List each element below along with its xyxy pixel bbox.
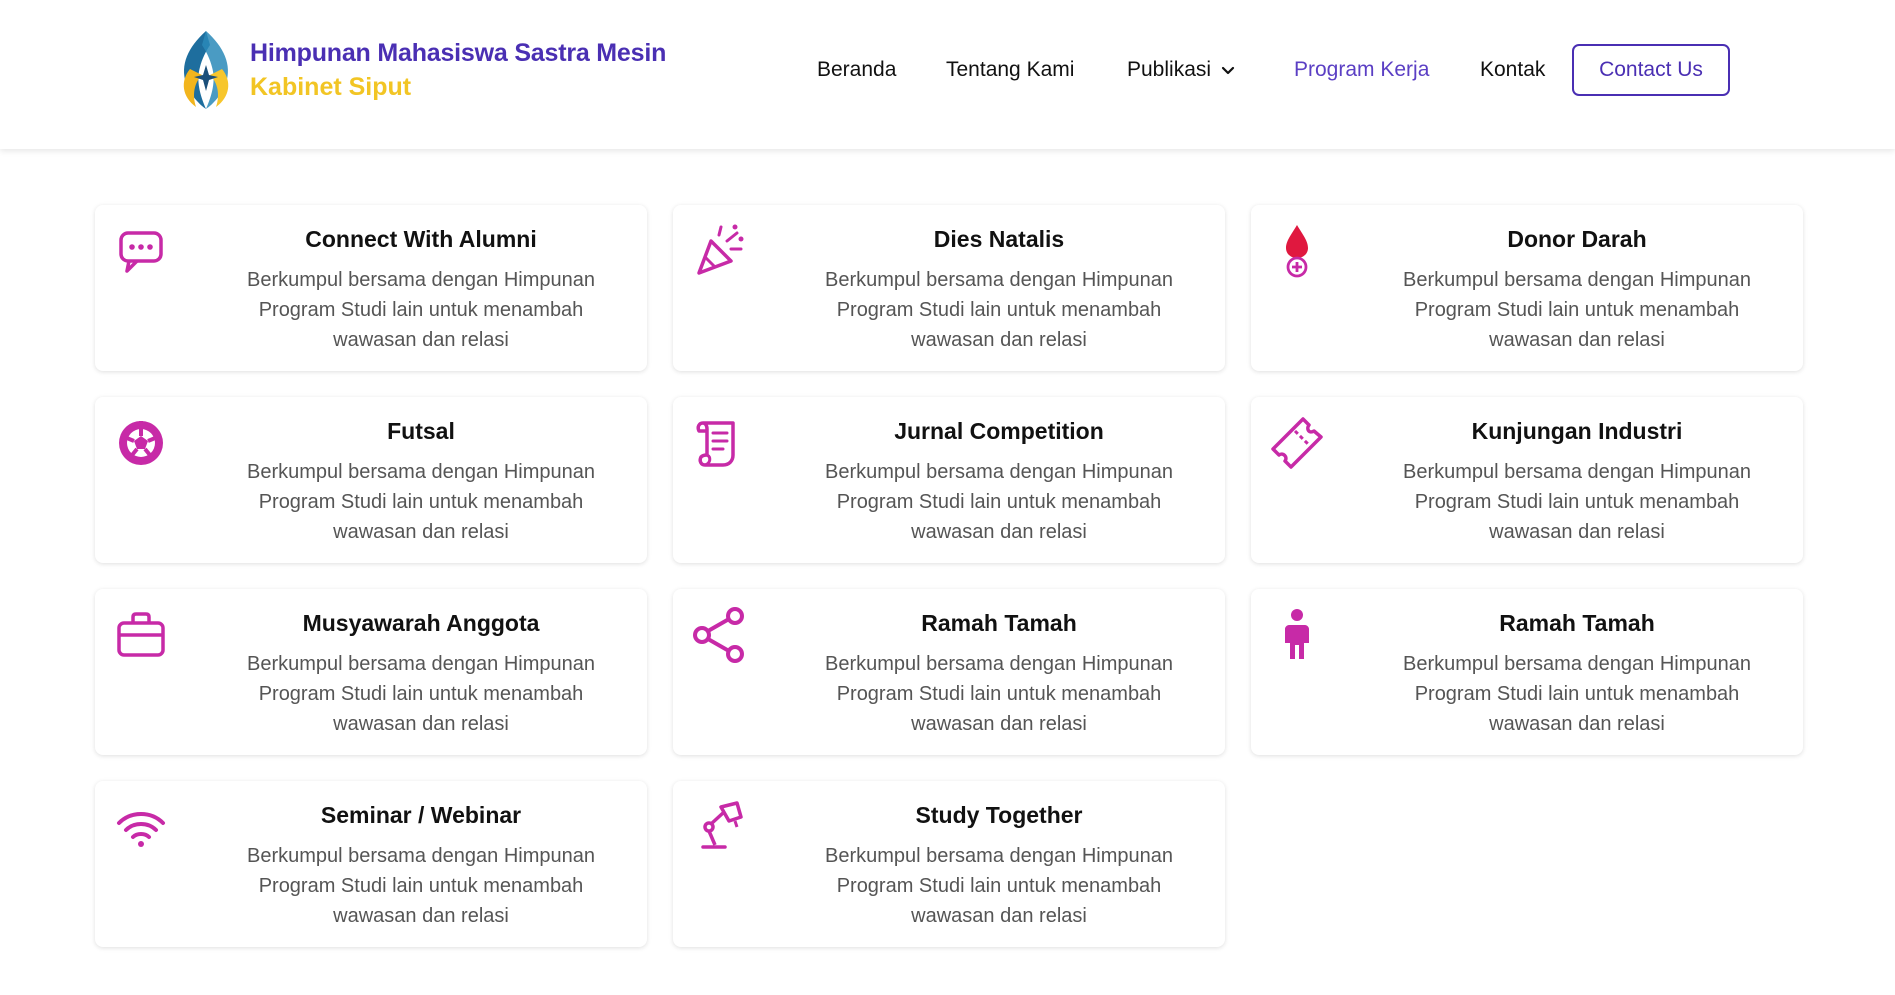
program-card[interactable]: Study Together Berkumpul bersama dengan … — [673, 781, 1225, 947]
program-card[interactable]: Ramah Tamah Berkumpul bersama dengan Him… — [673, 589, 1225, 755]
program-description: Berkumpul bersama dengan Himpunan Progra… — [825, 653, 1173, 735]
chat-bubble-icon — [113, 223, 169, 279]
program-card[interactable]: Donor Darah Berkumpul bersama dengan Him… — [1251, 205, 1803, 371]
program-card[interactable]: Musyawarah Anggota Berkumpul bersama den… — [95, 589, 647, 755]
program-title: Futsal — [387, 418, 455, 444]
scroll-icon — [691, 415, 747, 471]
program-title: Connect With Alumni — [305, 226, 537, 252]
program-card[interactable]: Jurnal Competition Berkumpul bersama den… — [673, 397, 1225, 563]
program-title: Seminar / Webinar — [320, 802, 522, 828]
program-title: Dies Natalis — [933, 226, 1065, 252]
program-card[interactable]: Dies Natalis Berkumpul bersama dengan Hi… — [673, 205, 1225, 371]
chevron-down-icon — [1221, 66, 1235, 75]
wifi-icon — [113, 799, 169, 855]
program-description: Berkumpul bersama dengan Himpunan Progra… — [247, 845, 595, 927]
party-popper-icon — [691, 223, 747, 279]
program-description: Berkumpul bersama dengan Himpunan Progra… — [825, 269, 1173, 351]
soccer-ball-icon — [113, 415, 169, 471]
program-description: Berkumpul bersama dengan Himpunan Progra… — [1403, 653, 1751, 735]
navbar: Himpunan Mahasiswa Sastra Mesin Kabinet … — [0, 0, 1895, 149]
blood-drop-icon — [1269, 223, 1325, 279]
program-title: Jurnal Competition — [894, 418, 1104, 444]
program-title: Ramah Tamah — [1499, 610, 1655, 636]
contact-us-button[interactable]: Contact Us — [1572, 44, 1730, 96]
program-card[interactable]: Ramah Tamah Berkumpul bersama dengan Him… — [1251, 589, 1803, 755]
nav-publikasi[interactable]: Publikasi — [1127, 43, 1237, 97]
nav-beranda[interactable]: Beranda — [817, 43, 896, 97]
nav-kontak[interactable]: Kontak — [1480, 43, 1545, 97]
program-card[interactable]: Connect With Alumni Berkumpul bersama de… — [95, 205, 647, 371]
program-card[interactable]: Futsal Berkumpul bersama dengan Himpunan… — [95, 397, 647, 563]
program-description: Berkumpul bersama dengan Himpunan Progra… — [1403, 269, 1751, 351]
program-description: Berkumpul bersama dengan Himpunan Progra… — [825, 461, 1173, 543]
program-description: Berkumpul bersama dengan Himpunan Progra… — [247, 461, 595, 543]
program-card[interactable]: Kunjungan Industri Berkumpul bersama den… — [1251, 397, 1803, 563]
share-icon — [691, 607, 747, 663]
program-description: Berkumpul bersama dengan Himpunan Progra… — [247, 269, 595, 351]
ticket-icon — [1269, 415, 1325, 471]
nav-program-kerja[interactable]: Program Kerja — [1294, 43, 1429, 97]
nav-tentang-kami[interactable]: Tentang Kami — [946, 43, 1074, 97]
nav-publikasi-label: Publikasi — [1127, 58, 1212, 81]
desk-lamp-icon — [691, 799, 747, 855]
briefcase-icon — [113, 607, 169, 663]
program-title: Ramah Tamah — [921, 610, 1077, 636]
program-description: Berkumpul bersama dengan Himpunan Progra… — [247, 653, 595, 735]
program-description: Berkumpul bersama dengan Himpunan Progra… — [1403, 461, 1751, 543]
program-title: Musyawarah Anggota — [302, 610, 540, 636]
program-title: Donor Darah — [1507, 226, 1647, 252]
program-title: Study Together — [915, 802, 1083, 828]
program-title: Kunjungan Industri — [1471, 418, 1683, 444]
program-card[interactable]: Seminar / Webinar Berkumpul bersama deng… — [95, 781, 647, 947]
program-description: Berkumpul bersama dengan Himpunan Progra… — [825, 845, 1173, 927]
person-icon — [1269, 607, 1325, 663]
